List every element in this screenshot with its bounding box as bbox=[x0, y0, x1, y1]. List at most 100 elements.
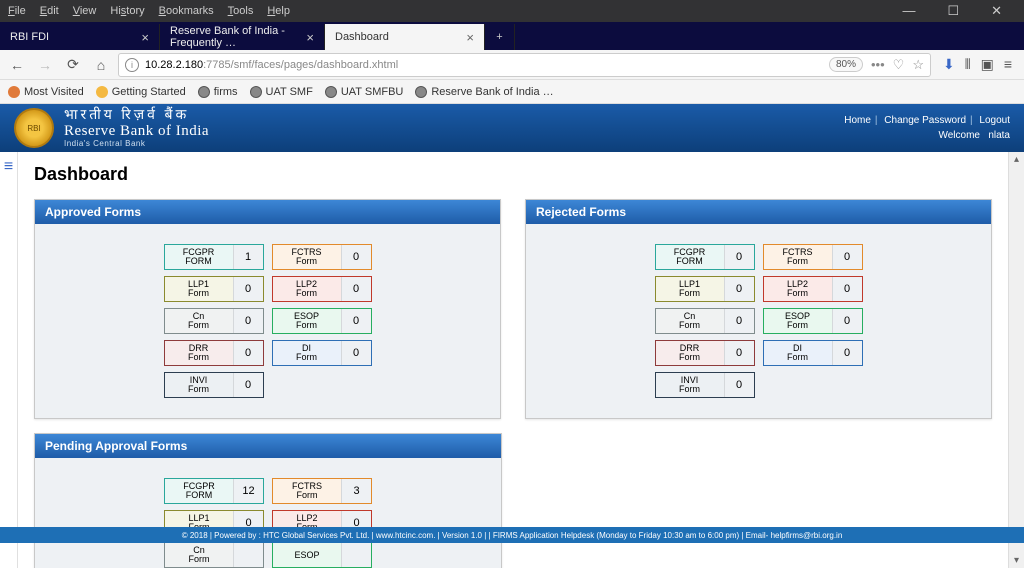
bank-title-english: Reserve Bank of India bbox=[64, 123, 209, 140]
appmenu-icon[interactable]: ≡ bbox=[1004, 56, 1012, 73]
back-button[interactable]: ← bbox=[6, 54, 28, 76]
form-value: 0 bbox=[233, 341, 263, 365]
pocket-icon[interactable]: ♡ bbox=[893, 57, 905, 73]
tab-dashboard[interactable]: Dashboard × bbox=[325, 24, 485, 50]
hamburger-icon: ≡ bbox=[4, 158, 13, 176]
pending-forms-panel: Pending Approval Forms FCGPRFORM12 FCTRSF… bbox=[34, 433, 502, 568]
form-label: FCTRSForm bbox=[273, 245, 341, 269]
change-password-link[interactable]: Change Password bbox=[884, 115, 966, 126]
form-cell[interactable]: DRRForm0 bbox=[164, 340, 264, 366]
scroll-down-icon[interactable]: ▾ bbox=[1009, 555, 1024, 566]
bookmark-uat-smfbu[interactable]: UAT SMFBU bbox=[325, 86, 404, 98]
tab-label: Dashboard bbox=[335, 31, 389, 43]
download-icon[interactable]: ⬇ bbox=[943, 56, 955, 73]
form-cell[interactable]: CnForm0 bbox=[164, 308, 264, 334]
form-cell[interactable]: FCTRSForm0 bbox=[763, 244, 863, 270]
form-cell[interactable]: ESOP bbox=[272, 542, 372, 568]
menu-tools[interactable]: Tools bbox=[228, 5, 254, 17]
form-cell[interactable]: INVIForm0 bbox=[655, 372, 755, 398]
url-input[interactable]: i 10.28.2.180:7785/smf/faces/pages/dashb… bbox=[118, 53, 931, 77]
library-icon[interactable]: ⫴ bbox=[965, 56, 971, 73]
form-cell[interactable]: FCGPRFORM12 bbox=[164, 478, 264, 504]
panel-header: Pending Approval Forms bbox=[35, 434, 501, 458]
bank-title-hindi: भारतीय रिज़र्व बैंक bbox=[64, 108, 209, 123]
form-value: 0 bbox=[341, 309, 371, 333]
form-cell[interactable]: DIForm0 bbox=[763, 340, 863, 366]
form-cell[interactable]: CnForm bbox=[164, 542, 264, 568]
star-icon[interactable]: ☆ bbox=[912, 57, 924, 73]
form-cell[interactable]: LLP2Form0 bbox=[272, 276, 372, 302]
url-path: :7785/smf/faces/pages/dashboard.xhtml bbox=[203, 59, 398, 71]
browser-tabbar: RBI FDI × Reserve Bank of India - Freque… bbox=[0, 22, 1024, 50]
form-cell[interactable]: CnForm0 bbox=[655, 308, 755, 334]
logout-link[interactable]: Logout bbox=[979, 115, 1010, 126]
zoom-badge[interactable]: 80% bbox=[829, 57, 863, 72]
form-label: CnForm bbox=[165, 309, 233, 333]
bookmark-firms[interactable]: firms bbox=[198, 86, 238, 98]
panel-header: Rejected Forms bbox=[526, 200, 991, 224]
window-close-icon[interactable]: ✕ bbox=[991, 3, 1002, 19]
form-cell[interactable]: ESOPForm0 bbox=[272, 308, 372, 334]
home-button[interactable]: ⌂ bbox=[90, 54, 112, 76]
form-value: 0 bbox=[724, 277, 754, 301]
tab-label: Reserve Bank of India - Frequently … bbox=[170, 25, 306, 49]
window-minimize-icon[interactable]: — bbox=[902, 3, 915, 19]
form-value: 0 bbox=[724, 373, 754, 397]
form-label: CnForm bbox=[656, 309, 724, 333]
form-label: FCTRSForm bbox=[273, 479, 341, 503]
form-cell[interactable]: LLP1Form0 bbox=[655, 276, 755, 302]
form-label: DIForm bbox=[273, 341, 341, 365]
scroll-up-icon[interactable]: ▴ bbox=[1009, 154, 1024, 165]
forward-button[interactable]: → bbox=[34, 54, 56, 76]
form-cell[interactable]: LLP2Form0 bbox=[763, 276, 863, 302]
tab-label: RBI FDI bbox=[10, 31, 49, 43]
form-label: ESOP bbox=[273, 543, 341, 567]
bookmark-getting-started[interactable]: Getting Started bbox=[96, 86, 186, 98]
bookmark-uat-smf[interactable]: UAT SMF bbox=[250, 86, 313, 98]
form-value: 0 bbox=[233, 309, 263, 333]
form-label: LLP2Form bbox=[764, 277, 832, 301]
form-label: FCGPRFORM bbox=[165, 479, 233, 503]
form-value bbox=[233, 543, 263, 567]
scrollbar[interactable]: ▴ ▾ bbox=[1008, 152, 1024, 568]
rejected-forms-panel: Rejected Forms FCGPRFORM0 FCTRSForm0 LLP1F… bbox=[525, 199, 992, 419]
form-cell[interactable]: INVIForm0 bbox=[164, 372, 264, 398]
form-label: LLP2Form bbox=[273, 277, 341, 301]
form-cell[interactable]: FCGPRFORM1 bbox=[164, 244, 264, 270]
form-label: DRRForm bbox=[656, 341, 724, 365]
new-tab-button[interactable]: + bbox=[485, 24, 515, 50]
form-value: 0 bbox=[832, 309, 862, 333]
menu-view[interactable]: View bbox=[73, 5, 97, 17]
sidebar-icon[interactable]: ▣ bbox=[981, 56, 994, 73]
page-title: Dashboard bbox=[34, 164, 992, 185]
close-icon[interactable]: × bbox=[466, 30, 474, 45]
form-value: 0 bbox=[832, 341, 862, 365]
reload-button[interactable]: ⟳ bbox=[62, 54, 84, 76]
close-icon[interactable]: × bbox=[141, 30, 149, 45]
menu-history[interactable]: History bbox=[110, 5, 144, 17]
more-icon[interactable]: ••• bbox=[871, 57, 885, 73]
form-cell[interactable]: ESOPForm0 bbox=[763, 308, 863, 334]
menu-help[interactable]: Help bbox=[267, 5, 290, 17]
site-info-icon[interactable]: i bbox=[125, 58, 139, 72]
form-cell[interactable]: DIForm0 bbox=[272, 340, 372, 366]
close-icon[interactable]: × bbox=[306, 30, 314, 45]
form-cell[interactable]: FCGPRFORM0 bbox=[655, 244, 755, 270]
form-cell[interactable]: DRRForm0 bbox=[655, 340, 755, 366]
sidebar-toggle[interactable]: ≡ bbox=[0, 152, 18, 568]
welcome-label: Welcome bbox=[938, 130, 980, 141]
tab-rbi-fdi[interactable]: RBI FDI × bbox=[0, 24, 160, 50]
menu-file[interactable]: FFileile bbox=[8, 5, 26, 17]
bookmark-rbi[interactable]: Reserve Bank of India … bbox=[415, 86, 553, 98]
menu-bookmarks[interactable]: Bookmarks bbox=[159, 5, 214, 17]
window-maximize-icon[interactable]: ☐ bbox=[947, 3, 959, 19]
home-link[interactable]: Home bbox=[844, 115, 871, 126]
form-cell[interactable]: FCTRSForm3 bbox=[272, 478, 372, 504]
form-cell[interactable]: FCTRSForm0 bbox=[272, 244, 372, 270]
form-value: 3 bbox=[341, 479, 371, 503]
bookmark-most-visited[interactable]: Most Visited bbox=[8, 86, 84, 98]
form-value: 0 bbox=[341, 341, 371, 365]
form-cell[interactable]: LLP1Form0 bbox=[164, 276, 264, 302]
tab-rbi-faq[interactable]: Reserve Bank of India - Frequently … × bbox=[160, 24, 325, 50]
menu-edit[interactable]: Edit bbox=[40, 5, 59, 17]
